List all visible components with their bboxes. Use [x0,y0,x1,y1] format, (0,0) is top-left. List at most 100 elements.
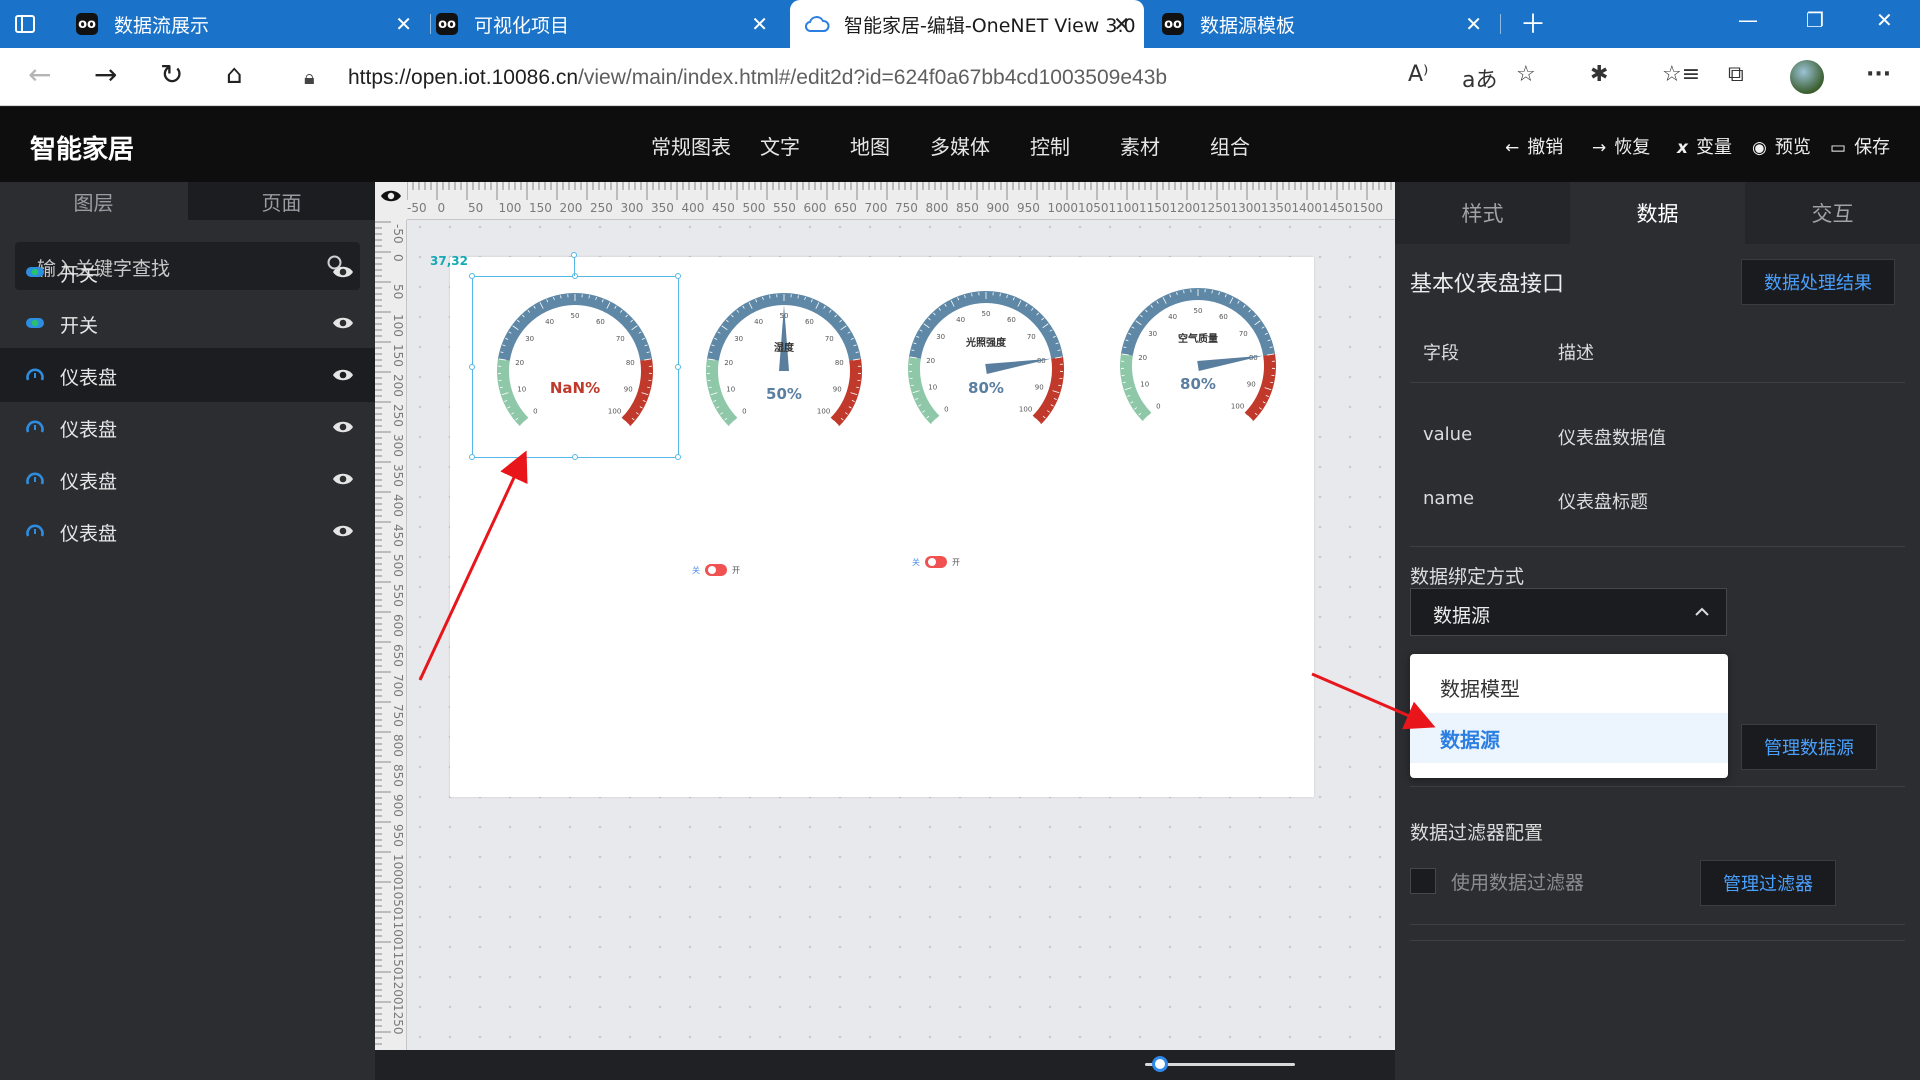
menu-assets[interactable]: 素材 [1120,131,1160,160]
translate-icon[interactable]: aあ [1462,62,1497,94]
browser-tab[interactable]: oo 数据源模板 ✕ [1150,0,1496,48]
browser-tab[interactable]: oo 可视化项目 ✕ [436,0,782,48]
gauge-band-mid [1120,288,1276,356]
ruler-label: 450 [712,201,735,215]
tab-data[interactable]: 数据 [1570,182,1745,244]
menu-combination[interactable]: 组合 [1210,131,1250,160]
ruler-label: 300 [391,434,405,457]
undo-button[interactable]: ← 撤销 [1505,133,1563,159]
switch-track[interactable] [705,564,727,576]
resize-handle[interactable] [675,454,681,460]
menu-multimedia[interactable]: 多媒体 [930,131,990,160]
forward-button[interactable]: → [94,60,117,90]
resize-handle[interactable] [469,273,475,279]
eye-icon[interactable] [380,188,402,204]
resize-handle[interactable] [675,364,681,370]
manage-filter-button[interactable]: 管理过滤器 [1700,860,1836,906]
variables-button[interactable]: x 变量 [1677,133,1732,159]
option-data-model[interactable]: 数据模型 [1410,662,1728,712]
horizontal-ruler[interactable]: -50 0 50 100 150 200 250 300 350 400 450 500 550 600 6… [375,182,1395,220]
toggle-switch[interactable]: 关 开 [912,556,960,568]
eye-icon[interactable] [332,315,354,331]
preview-button[interactable]: ◉ 预览 [1752,133,1811,159]
tab-style[interactable]: 样式 [1395,182,1570,244]
tab-label: 智能家居-编辑-OneNET View 3.0 [844,14,1136,37]
resize-handle[interactable] [572,273,578,279]
eye-icon[interactable] [332,471,354,487]
browser-tab-active[interactable]: 智能家居-编辑-OneNET View 3.0 ✕ [790,0,1144,48]
menu-map[interactable]: 地图 [850,131,890,160]
add-favorite-icon[interactable]: ☆ [1516,62,1536,87]
onenet-favicon-icon: oo [1162,13,1184,35]
ruler-label: 550 [773,201,796,215]
eye-icon[interactable] [332,419,354,435]
ruler-label: 900 [986,201,1010,215]
eye-icon[interactable] [332,523,354,539]
ruler-label: 450 [391,524,405,547]
divider [1410,924,1905,925]
layer-item-gauge[interactable]: 仪表盘 [0,400,375,454]
vertical-ruler[interactable]: -50 0 50 100 150 200 250 300 350 400 450 500 550 600 6… [375,182,407,1050]
variable-icon: x [1677,138,1688,158]
ruler-label: 1450 [1322,201,1353,215]
gauge-widget[interactable]: 0 10 20 30 40 50 60 70 80 90 100 光照强度 80% [891,281,1081,441]
rotate-handle[interactable] [571,252,577,258]
close-icon[interactable]: ✕ [1465,12,1482,36]
tab-pages[interactable]: 页面 [188,182,375,220]
url-field[interactable]: 🔒︎ https://open.iot.10086.cn/view/main/i… [284,54,1574,100]
read-aloud-icon[interactable]: A⁾ [1408,62,1428,87]
tab-layers[interactable]: 图层 [0,182,187,220]
data-result-button[interactable]: 数据处理结果 [1741,259,1895,305]
toggle-switch[interactable]: 关 开 [692,564,740,576]
menu-control[interactable]: 控制 [1030,131,1070,160]
use-filter-checkbox[interactable] [1410,868,1436,894]
eye-icon[interactable] [332,264,354,280]
filter-label: 数据过滤器配置 [1410,822,1544,844]
resize-handle[interactable] [572,454,578,460]
gauge-widget[interactable]: 0 10 20 30 40 50 60 70 80 90 100 空气质量 80% [1103,278,1293,438]
extensions-icon[interactable]: ✱ [1590,62,1608,87]
minimize-button[interactable]: — [1738,8,1758,32]
browser-tab[interactable]: oo 数据流展示 ✕ [76,0,426,48]
tab-interaction[interactable]: 交互 [1745,182,1920,244]
close-icon[interactable]: ✕ [751,12,768,36]
layer-item-switch[interactable]: 开关 [0,245,375,299]
resize-handle[interactable] [469,454,475,460]
redo-button[interactable]: → 恢复 [1592,133,1650,159]
switch-track[interactable] [925,556,947,568]
favorites-icon[interactable]: ☆≡ [1662,62,1700,87]
save-button[interactable]: ▭ 保存 [1830,133,1890,159]
tab-actions-button[interactable] [14,0,54,48]
resize-handle[interactable] [469,364,475,370]
gauge-tick-label: 40 [1168,313,1177,321]
manage-datasource-button[interactable]: 管理数据源 [1741,724,1877,770]
layer-item-gauge[interactable]: 仪表盘 [0,504,375,558]
menu-common-charts[interactable]: 常规图表 [651,131,731,160]
gauge-needle [985,358,1052,374]
refresh-button[interactable]: ↻ [160,60,183,90]
new-tab-button[interactable]: ＋ [1520,4,1546,41]
ruler-label: 200 [559,201,583,215]
home-button[interactable]: ⌂ [226,60,243,90]
back-button[interactable]: ← [28,60,51,90]
resize-handle[interactable] [675,273,681,279]
ruler-corner[interactable] [375,182,407,220]
eye-icon[interactable] [332,367,354,383]
layer-item-gauge[interactable]: 仪表盘 [0,452,375,506]
layer-item-switch[interactable]: 开关 [0,296,375,350]
avatar[interactable] [1790,60,1824,94]
restore-button[interactable]: ❐ [1806,8,1824,32]
gauge-tick-label: 0 [944,406,948,414]
more-menu-icon[interactable]: ··· [1866,62,1891,87]
close-icon[interactable]: ✕ [395,12,412,36]
zoom-slider-knob[interactable] [1152,1056,1168,1072]
binding-select[interactable]: 数据源 [1410,588,1727,636]
layer-item-gauge[interactable]: 仪表盘 [0,348,375,402]
window-close-button[interactable]: ✕ [1876,8,1893,32]
close-icon[interactable]: ✕ [1113,12,1130,36]
option-data-source[interactable]: 数据源 [1410,713,1728,763]
collections-icon[interactable]: ⧉ [1728,62,1744,87]
menu-text[interactable]: 文字 [760,131,800,160]
gauge-widget[interactable]: 0102030405060708090100 湿度 50% [689,283,879,443]
selection-box[interactable] [469,273,681,460]
